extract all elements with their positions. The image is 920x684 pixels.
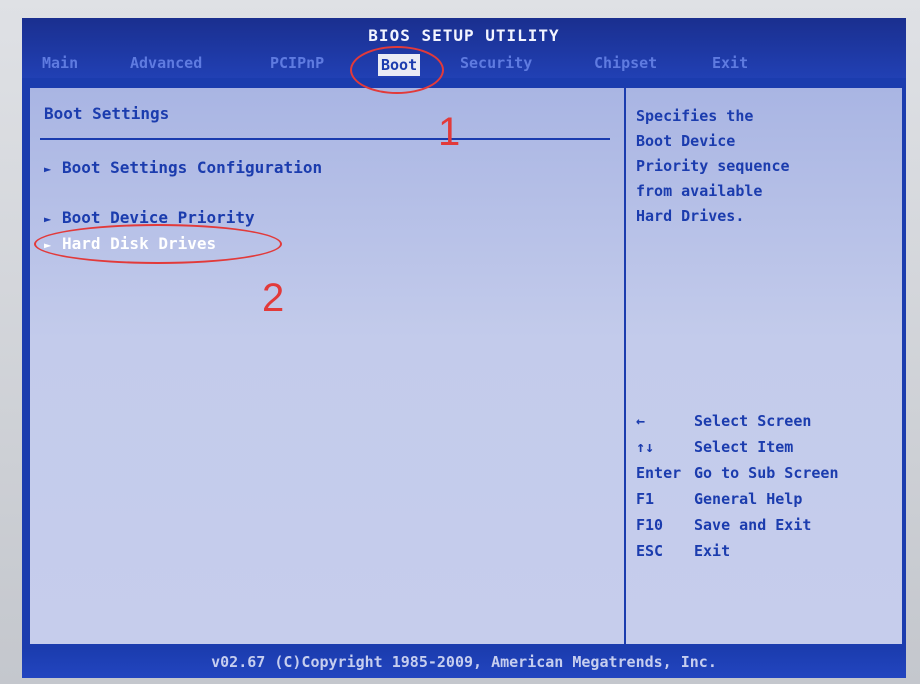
key-row: F1 General Help [636,486,896,512]
help-panel: Specifies the Boot Device Priority seque… [626,88,902,644]
key-arrow-left-icon: ← [636,412,646,430]
key-action: Select Item [694,438,794,456]
help-text: Specifies the Boot Device Priority seque… [636,104,876,229]
key-action: Go to Sub Screen [694,464,839,482]
key-row: ESC Exit [636,538,896,564]
help-line: Boot Device [636,132,736,150]
key-action: Exit [694,542,731,560]
submenu-arrow-icon: ► [44,162,52,176]
key-action: General Help [694,490,803,508]
key-action: Save and Exit [694,516,812,534]
key-row: Enter Go to Sub Screen [636,460,896,486]
section-divider [40,138,610,140]
key-label: F1 [636,490,655,508]
annotation-number-1: 1 [438,110,461,154]
bios-content: Boot Settings ► Boot Settings Configurati… [28,86,904,646]
bios-menu-bar: Main Advanced PCIPnP Boot Security Chips… [22,54,906,76]
bios-screen: BIOS SETUP UTILITY Main Advanced PCIPnP … [22,18,906,678]
menu-pcipnp[interactable]: PCIPnP [270,54,324,72]
help-line: from available [636,182,763,200]
boot-settings-configuration-item[interactable]: ► Boot Settings Configuration [44,158,322,177]
help-line: Specifies the [636,107,754,125]
bios-footer: v02.67 (C)Copyright 1985-2009, American … [22,648,906,678]
item-label: Boot Settings Configuration [62,158,323,177]
copyright-text: v02.67 (C)Copyright 1985-2009, American … [211,653,717,671]
annotation-oval-hard-disk [34,224,282,264]
key-label: ESC [636,542,664,560]
key-row: ← Select Screen [636,408,896,434]
help-line: Hard Drives. [636,207,745,225]
key-label: Enter [636,464,682,482]
key-row: F10 Save and Exit [636,512,896,538]
key-arrows-updown-icon: ↑↓ [636,438,655,456]
menu-advanced[interactable]: Advanced [130,54,202,72]
menu-exit[interactable]: Exit [712,54,748,72]
annotation-number-2: 2 [262,276,285,320]
key-legend: ← Select Screen ↑↓ Select Item Enter Go to … [636,408,896,564]
boot-settings-panel: Boot Settings ► Boot Settings Configurati… [30,88,626,644]
menu-security[interactable]: Security [460,54,532,72]
menu-main[interactable]: Main [42,54,78,72]
key-row: ↑↓ Select Item [636,434,896,460]
annotation-oval-boot [350,46,444,94]
section-title: Boot Settings [44,104,170,123]
help-line: Priority sequence [636,157,790,175]
key-action: Select Screen [694,412,812,430]
submenu-arrow-icon: ► [44,212,52,226]
bios-title: BIOS SETUP UTILITY [368,26,560,45]
bios-header: BIOS SETUP UTILITY Main Advanced PCIPnP … [22,18,906,78]
key-label: F10 [636,516,664,534]
menu-chipset[interactable]: Chipset [594,54,657,72]
